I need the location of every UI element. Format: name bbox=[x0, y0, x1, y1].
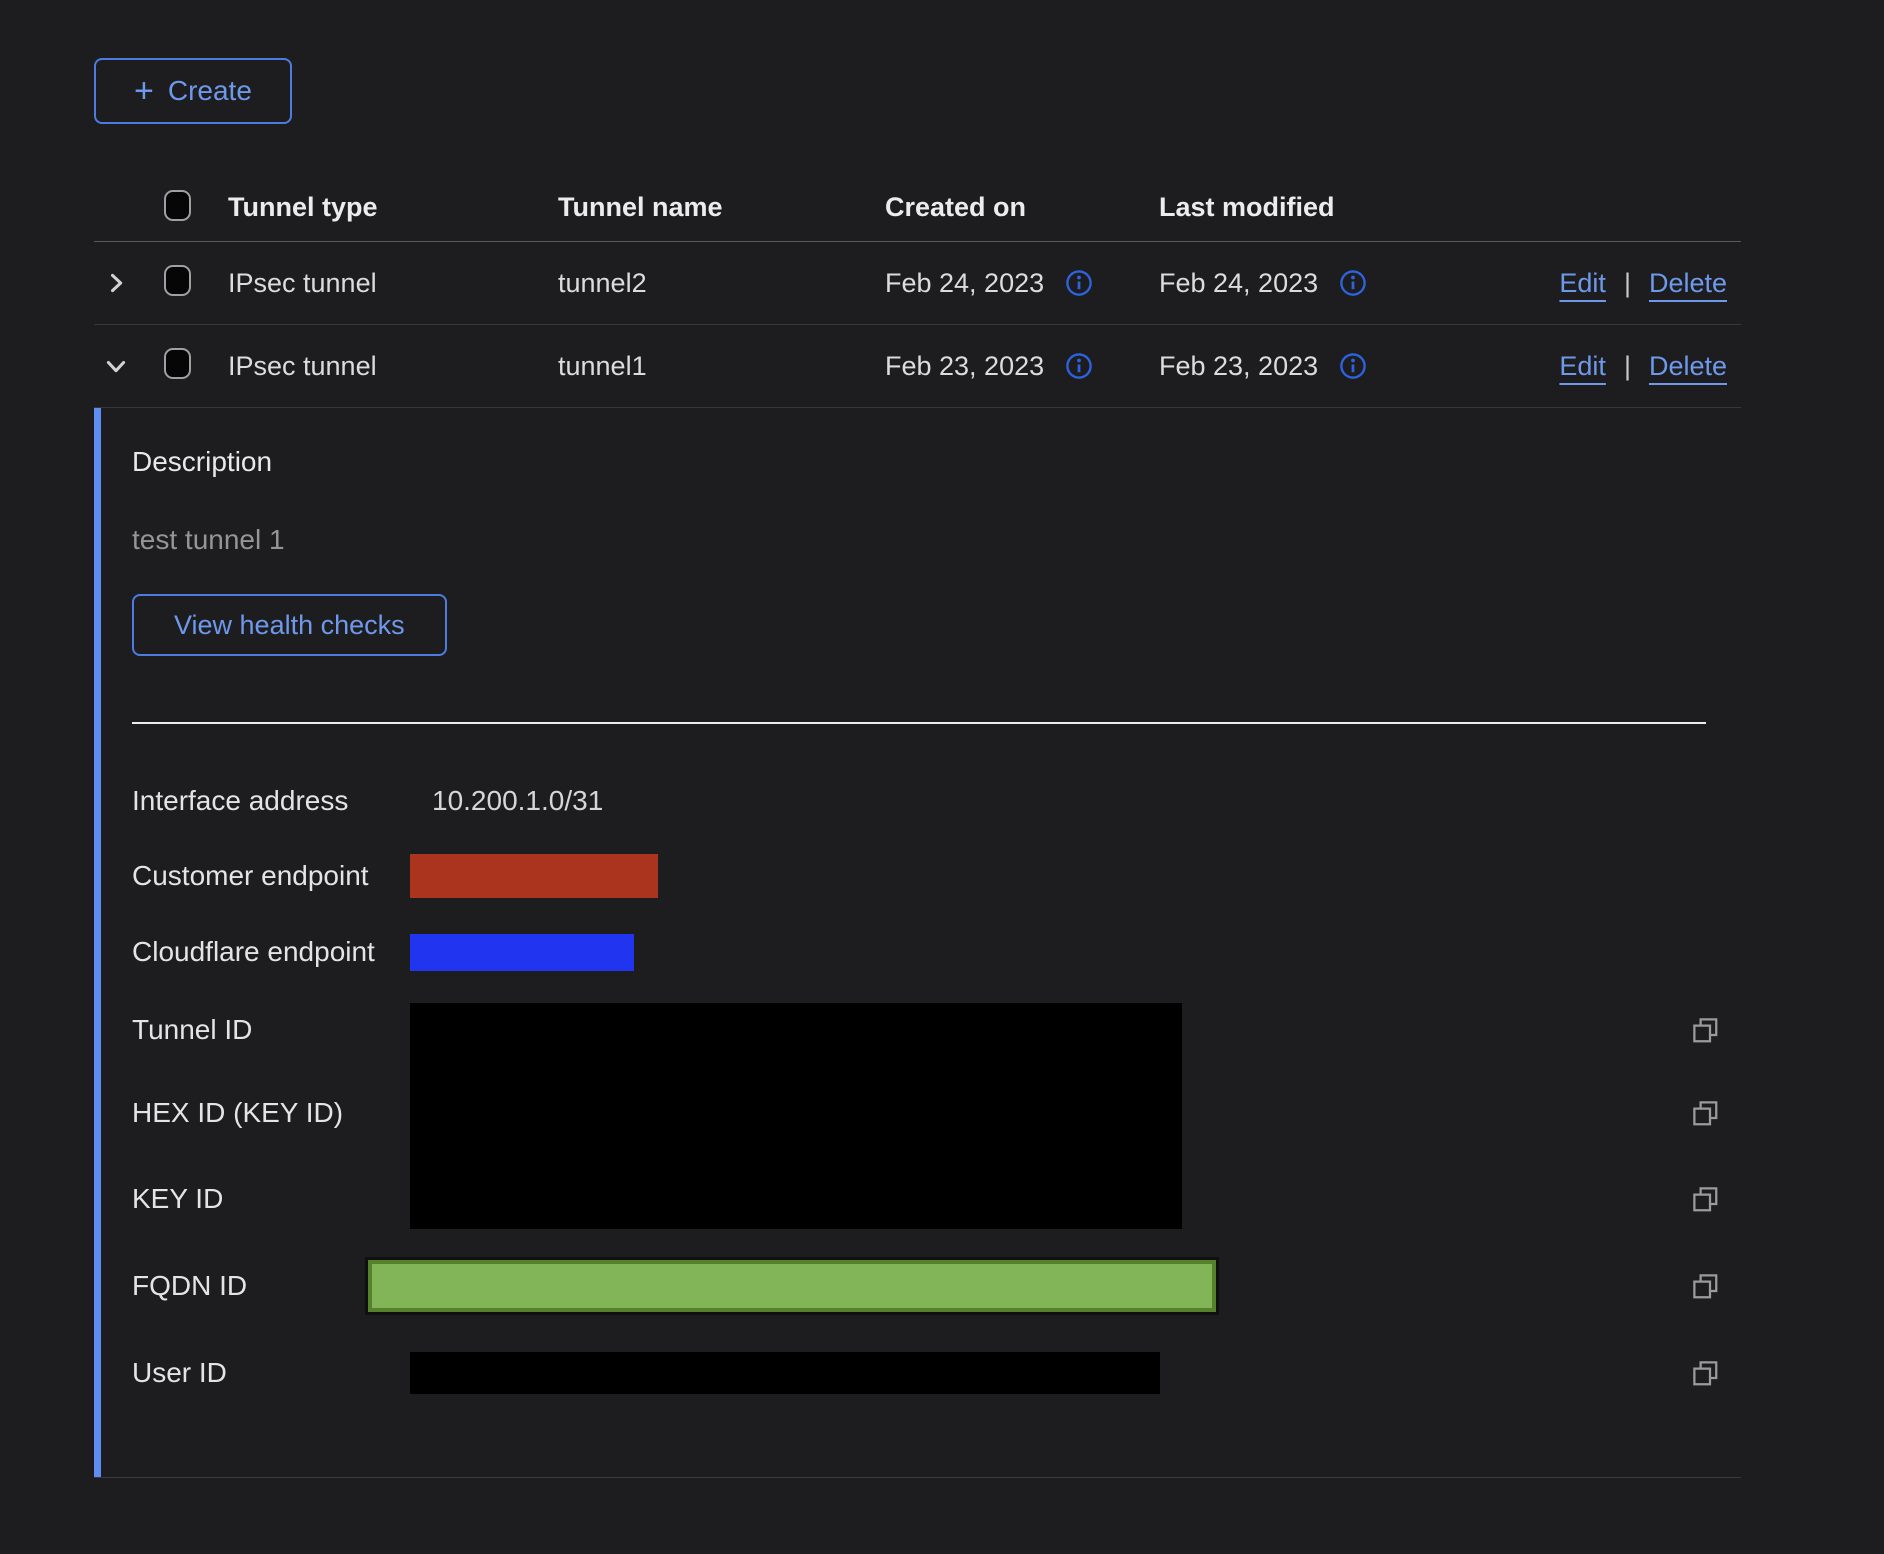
expanded-row-details: Description test tunnel 1 View health ch… bbox=[94, 408, 1741, 1478]
delete-link[interactable]: Delete bbox=[1649, 268, 1727, 299]
last-modified-cell: Feb 23, 2023 bbox=[1159, 351, 1433, 382]
expand-row-button[interactable] bbox=[94, 269, 164, 297]
collapse-row-button[interactable] bbox=[94, 352, 164, 380]
row-actions: Edit | Delete bbox=[1433, 268, 1741, 299]
info-icon[interactable] bbox=[1064, 268, 1094, 298]
tunnels-table: Tunnel type Tunnel name Created on Last … bbox=[94, 174, 1741, 1478]
copy-user-id-button[interactable] bbox=[1670, 1358, 1740, 1388]
created-on-cell: Feb 24, 2023 bbox=[885, 268, 1159, 299]
table-row: IPsec tunnel tunnel1 Feb 23, 2023 Feb 23… bbox=[94, 325, 1741, 408]
copy-icon bbox=[1690, 1271, 1720, 1301]
copy-icon bbox=[1690, 1098, 1720, 1128]
info-icon[interactable] bbox=[1338, 351, 1368, 381]
actions-separator: | bbox=[1624, 268, 1631, 299]
select-all-checkbox[interactable] bbox=[164, 190, 191, 221]
created-on-value: Feb 24, 2023 bbox=[885, 268, 1044, 299]
description-label: Description bbox=[132, 446, 1741, 478]
row-actions: Edit | Delete bbox=[1433, 351, 1741, 382]
tunnels-page: + Create Tunnel type Tunnel name Created… bbox=[0, 0, 1884, 1554]
header-checkbox-cell bbox=[164, 190, 228, 226]
create-button-label: Create bbox=[168, 75, 252, 107]
view-health-checks-button[interactable]: View health checks bbox=[132, 594, 447, 656]
header-last-modified: Last modified bbox=[1159, 192, 1433, 223]
tunnel-type-cell: IPsec tunnel bbox=[228, 351, 558, 382]
copy-hex-id-button[interactable] bbox=[1670, 1098, 1740, 1128]
chevron-right-icon bbox=[102, 269, 130, 297]
cloudflare-endpoint-label: Cloudflare endpoint bbox=[132, 936, 410, 968]
row-checkbox-cell bbox=[164, 265, 228, 301]
tunnel-type-cell: IPsec tunnel bbox=[228, 268, 558, 299]
customer-endpoint-redacted-value bbox=[410, 854, 658, 898]
cloudflare-endpoint-redacted-value bbox=[410, 934, 634, 971]
edit-link[interactable]: Edit bbox=[1559, 268, 1606, 299]
info-icon[interactable] bbox=[1338, 268, 1368, 298]
interface-address-label: Interface address bbox=[132, 785, 410, 817]
fqdn-id-redacted-value bbox=[368, 1260, 1216, 1312]
chevron-down-icon bbox=[102, 352, 130, 380]
delete-link[interactable]: Delete bbox=[1649, 351, 1727, 382]
edit-link[interactable]: Edit bbox=[1559, 351, 1606, 382]
copy-tunnel-id-button[interactable] bbox=[1670, 1015, 1740, 1045]
expanded-row-accent-bar bbox=[94, 408, 101, 1477]
user-id-redacted-value bbox=[410, 1352, 1160, 1394]
info-icon[interactable] bbox=[1064, 351, 1094, 381]
created-on-value: Feb 23, 2023 bbox=[885, 351, 1044, 382]
actions-separator: | bbox=[1624, 351, 1631, 382]
copy-key-id-button[interactable] bbox=[1670, 1184, 1740, 1214]
details-divider bbox=[132, 722, 1706, 724]
user-id-label: User ID bbox=[132, 1357, 410, 1389]
header-created-on: Created on bbox=[885, 192, 1159, 223]
table-row: IPsec tunnel tunnel2 Feb 24, 2023 Feb 24… bbox=[94, 242, 1741, 325]
tunnel-id-label: Tunnel ID bbox=[132, 1014, 410, 1046]
tunnel-details-fields: Interface address 10.200.1.0/31 Customer… bbox=[132, 764, 1741, 1416]
last-modified-value: Feb 24, 2023 bbox=[1159, 268, 1318, 299]
row-checkbox-cell bbox=[164, 348, 228, 384]
copy-icon bbox=[1690, 1184, 1720, 1214]
row-checkbox[interactable] bbox=[164, 348, 191, 379]
copy-fqdn-id-button[interactable] bbox=[1670, 1271, 1740, 1301]
last-modified-cell: Feb 24, 2023 bbox=[1159, 268, 1433, 299]
table-header-row: Tunnel type Tunnel name Created on Last … bbox=[94, 174, 1741, 242]
interface-address-value: 10.200.1.0/31 bbox=[432, 785, 1670, 817]
plus-icon: + bbox=[134, 74, 154, 108]
tunnel-name-cell: tunnel2 bbox=[558, 268, 885, 299]
row-checkbox[interactable] bbox=[164, 265, 191, 296]
created-on-cell: Feb 23, 2023 bbox=[885, 351, 1159, 382]
header-tunnel-type: Tunnel type bbox=[228, 192, 558, 223]
copy-icon bbox=[1690, 1358, 1720, 1388]
tunnel-name-cell: tunnel1 bbox=[558, 351, 885, 382]
last-modified-value: Feb 23, 2023 bbox=[1159, 351, 1318, 382]
description-value: test tunnel 1 bbox=[132, 524, 1741, 556]
hex-id-label: HEX ID (KEY ID) bbox=[132, 1097, 410, 1129]
create-button[interactable]: + Create bbox=[94, 58, 292, 124]
customer-endpoint-label: Customer endpoint bbox=[132, 860, 410, 892]
id-values-redacted-block bbox=[410, 1003, 1182, 1229]
copy-icon bbox=[1690, 1015, 1720, 1045]
key-id-label: KEY ID bbox=[132, 1183, 410, 1215]
header-tunnel-name: Tunnel name bbox=[558, 192, 885, 223]
